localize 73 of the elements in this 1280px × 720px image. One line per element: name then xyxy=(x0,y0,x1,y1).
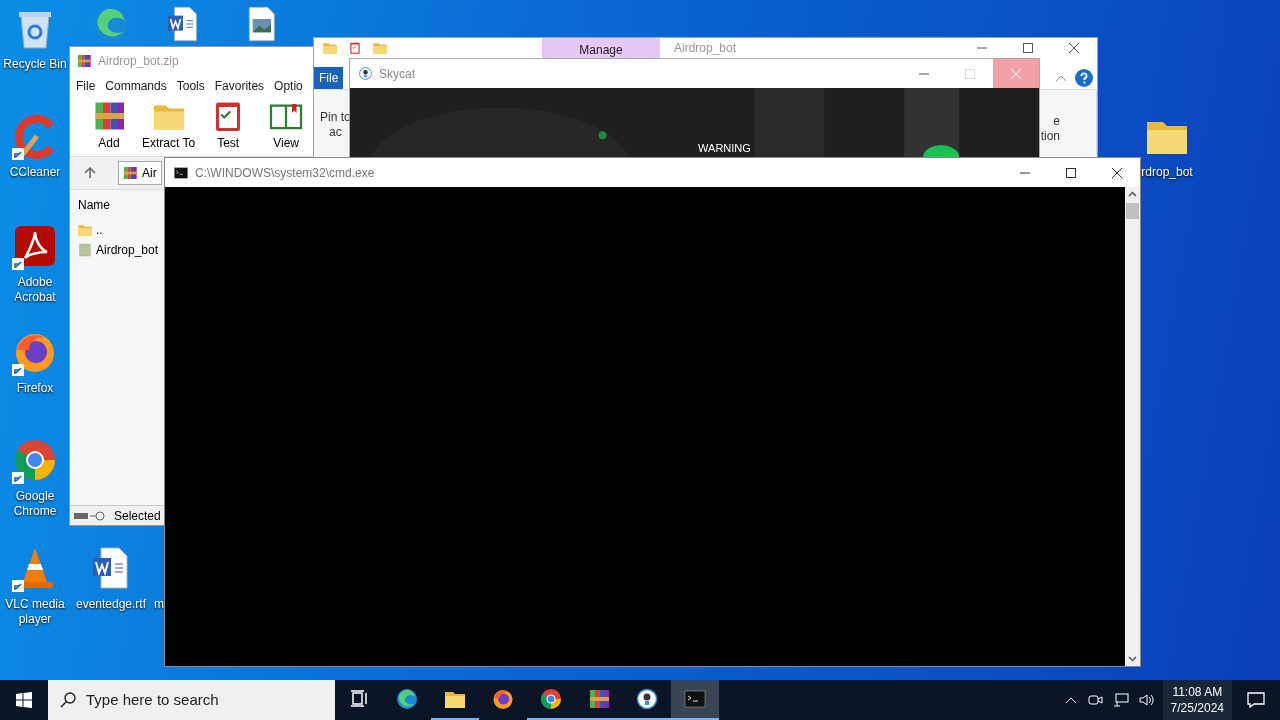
cat-face-icon xyxy=(358,66,373,81)
taskbar-app[interactable] xyxy=(671,680,719,720)
clock[interactable]: 11:08 AM 7/25/2024 xyxy=(1162,680,1232,720)
scroll-up-icon[interactable] xyxy=(1128,190,1137,199)
help-icon xyxy=(1075,69,1093,87)
menu-item[interactable]: Tools xyxy=(176,77,205,95)
window-title: Airdrop_bot xyxy=(674,40,738,57)
context-tab[interactable]: Manage xyxy=(542,38,660,58)
ribbon-label: tion xyxy=(1040,129,1060,144)
books-stack-icon xyxy=(587,687,611,711)
window-title: Skycat xyxy=(379,65,415,83)
search-bar[interactable]: Type here to search xyxy=(48,680,335,720)
swirl-logo-icon xyxy=(91,4,131,44)
file-row[interactable]: Airdrop_bot xyxy=(70,240,166,260)
speaker-icon[interactable] xyxy=(1138,692,1155,708)
clipboard-check-icon xyxy=(348,41,362,55)
desktop-shortcut[interactable]: Recycle Bin xyxy=(2,4,68,72)
desktop-shortcut[interactable]: Adobe Acrobat xyxy=(2,222,68,305)
column-header: Name xyxy=(77,197,111,214)
ribbon-tab[interactable]: File xyxy=(314,67,344,89)
close-icon xyxy=(1112,167,1122,178)
maximize-icon xyxy=(965,68,975,79)
address-field[interactable]: Air xyxy=(118,161,162,185)
desktop-shortcut[interactable]: CCleaner xyxy=(2,112,68,180)
file-row[interactable]: .. xyxy=(70,220,110,240)
collapse-chevron-icon xyxy=(1055,74,1067,82)
chevron-up-icon[interactable] xyxy=(1064,696,1077,704)
network-icon[interactable] xyxy=(1112,692,1129,708)
toolbar-button[interactable]: Extract To xyxy=(142,98,196,152)
window-title: C:\WINDOWS\system32\cmd.exe xyxy=(195,164,375,182)
menu-item[interactable]: File xyxy=(76,77,96,95)
books-stack-icon xyxy=(122,165,138,181)
books-stack-icon xyxy=(76,53,92,69)
search-icon xyxy=(60,692,76,708)
close-icon xyxy=(1069,43,1079,53)
ribbon-label: ac xyxy=(329,125,342,140)
close-icon xyxy=(1011,68,1021,79)
round-logo-icon xyxy=(539,687,563,711)
scrollbar[interactable] xyxy=(1125,187,1140,666)
toolbar-button[interactable]: Test xyxy=(203,98,254,152)
scrollbar-thumb[interactable] xyxy=(1126,203,1139,219)
folder-icon xyxy=(322,40,338,56)
status-text: Selected xyxy=(114,507,161,525)
desktop-shortcut[interactable]: eventedge.rtf xyxy=(78,544,144,612)
folder-icon xyxy=(77,222,93,238)
file-icon xyxy=(77,242,93,258)
window-title: Airdrop_bot.zip xyxy=(98,53,179,70)
search-field[interactable]: Type here to search xyxy=(86,688,316,712)
maximize-icon xyxy=(1023,43,1033,53)
camera-icon[interactable] xyxy=(1086,692,1103,708)
desktop-shortcut[interactable]: Firefox xyxy=(2,328,68,396)
toolbar-button[interactable]: View xyxy=(261,98,312,152)
cat-face-icon xyxy=(635,687,659,711)
drive-icon xyxy=(74,510,108,521)
desktop-shortcut[interactable]: VLC media player xyxy=(2,544,68,627)
ribbon-label: e xyxy=(1053,114,1060,129)
warning-text: WARNING xyxy=(698,142,751,154)
up-arrow-icon xyxy=(84,167,96,179)
terminal-icon xyxy=(683,687,707,711)
scroll-down-icon[interactable] xyxy=(1128,654,1137,663)
maximize-icon xyxy=(1066,167,1076,178)
swirl-logo-icon xyxy=(395,687,419,711)
desktop-shortcut[interactable]: Google Chrome xyxy=(2,436,68,519)
menu-item[interactable]: Optio xyxy=(274,77,303,95)
menu-item[interactable]: Commands xyxy=(105,77,167,95)
desktop-shortcut[interactable]: m xyxy=(154,597,164,612)
windows-logo-icon xyxy=(16,692,32,708)
fox-logo-icon xyxy=(491,687,515,711)
folder-icon xyxy=(372,40,388,56)
terminal-icon xyxy=(173,164,189,181)
toolbar-button[interactable]: Add xyxy=(84,98,134,152)
menu-item[interactable]: Favorites xyxy=(214,77,265,95)
speech-bubble-icon xyxy=(1247,692,1265,708)
